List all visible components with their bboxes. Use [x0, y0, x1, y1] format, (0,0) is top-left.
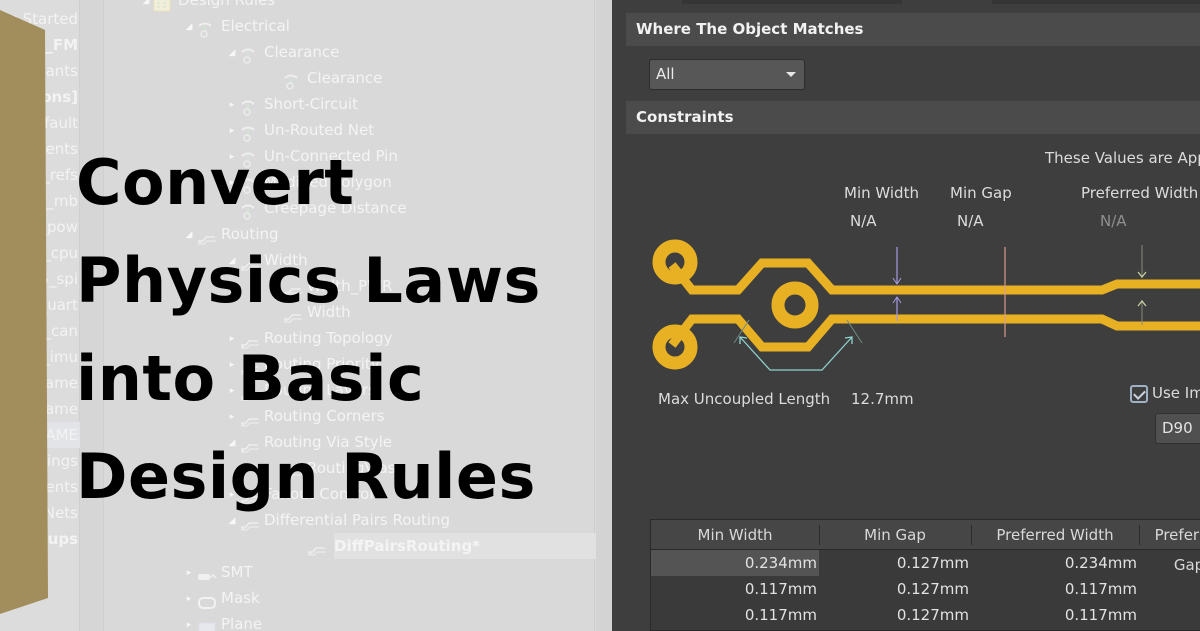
column-header[interactable]: Preferred Width: [971, 520, 1139, 550]
column-resize-handle[interactable]: [1139, 525, 1140, 545]
table-cell[interactable]: 0.234mm: [651, 550, 819, 576]
tree-item-label: Clearance: [264, 43, 340, 61]
headline: Convert Physics Laws into Basic Design R…: [76, 134, 596, 526]
table-cell[interactable]: [1139, 576, 1200, 602]
tree-item-label: Plane: [221, 615, 263, 631]
name-field[interactable]: [682, 0, 902, 4]
tree-item-label: Short-Circuit: [264, 95, 358, 113]
top-fields: [682, 0, 1200, 6]
table-row[interactable]: 0.234mm 0.127mm 0.234mm: [651, 550, 1200, 576]
column-header[interactable]: Min Gap: [819, 520, 971, 550]
smt-rule-icon: [196, 566, 218, 580]
gold-book-spine-graphic: [0, 10, 48, 614]
min-gap-label: Min Gap: [950, 184, 1012, 202]
table-cell[interactable]: [1139, 602, 1200, 628]
table-cell[interactable]: [1139, 550, 1200, 576]
top-pad: [652, 239, 698, 285]
where-matches-header[interactable]: Where The Object Matches: [626, 13, 1200, 46]
impedance-profile-dropdown[interactable]: D90: [1155, 413, 1200, 444]
diff-pair-diagram: [652, 239, 1200, 371]
chevron-right-icon[interactable]: ▸: [182, 586, 196, 612]
table-cell[interactable]: 0.127mm: [819, 602, 971, 628]
expand-down-icon[interactable]: ◢: [225, 40, 239, 66]
scope-dropdown-value: All: [656, 65, 675, 83]
top-trace: [668, 258, 1200, 295]
chevron-right-icon[interactable]: ▸: [225, 92, 239, 118]
headline-line-2: Physics Laws: [76, 244, 541, 317]
tree-item[interactable]: ◢ Clearance: [225, 39, 339, 65]
constraints-header[interactable]: Constraints: [626, 101, 1200, 134]
headline-line-1: Convert: [76, 146, 355, 219]
layer-constraints-table: Min WidthMin GapPreferred WidthPreferred…: [650, 519, 1200, 631]
tree-item[interactable]: Clearance: [268, 65, 382, 91]
column-header[interactable]: Min Width: [651, 520, 819, 550]
routing-rule-icon: [306, 539, 328, 556]
chevron-right-icon[interactable]: ▸: [182, 612, 196, 631]
chevron-down-icon: [786, 72, 796, 77]
table-cell[interactable]: 0.127mm: [819, 576, 971, 602]
gold-panel-shape: [0, 10, 48, 614]
table-cell[interactable]: 0.117mm: [651, 602, 819, 628]
column-resize-handle[interactable]: [971, 525, 972, 545]
mask-rule-icon: [196, 592, 218, 609]
expand-down-icon[interactable]: ◢: [139, 0, 153, 14]
table-cell[interactable]: 0.117mm: [971, 602, 1139, 628]
table-cell[interactable]: 0.234mm: [971, 550, 1139, 576]
rule-editor-panel: Where The Object Matches All Constraints…: [612, 0, 1200, 631]
electrical-rule-icon: [239, 46, 261, 64]
applied-note: These Values are Applied: [1045, 149, 1200, 167]
electrical-rule-icon: [239, 98, 261, 116]
tree-item[interactable]: ▸ SMT: [182, 559, 253, 585]
table-header: Min WidthMin GapPreferred WidthPreferred…: [651, 520, 1200, 574]
tree-item[interactable]: ◢ Electrical: [182, 13, 290, 39]
preferred-width-label: Preferred Width: [1081, 184, 1199, 202]
column-header[interactable]: Preferred Gap: [1139, 520, 1200, 574]
table-cell[interactable]: 0.127mm: [819, 550, 971, 576]
bottom-trace: [668, 314, 1200, 352]
diff-pair-traces: [652, 239, 1200, 370]
faded-ide-background: Getting StartedProject_FMVariants[No Var…: [0, 0, 612, 631]
min-width-label: Min Width: [844, 184, 919, 202]
headline-line-3: into Basic: [76, 342, 425, 415]
electrical-rule-icon: [282, 72, 304, 90]
tree-scrollbar[interactable]: [596, 0, 612, 631]
use-impedance-label: Use Impedance Profile: [1152, 384, 1200, 402]
tree-item-label: Design Rules: [178, 0, 276, 9]
tree-item[interactable]: ◢ Design Rules: [139, 0, 275, 13]
tree-item-label: Electrical: [221, 17, 290, 35]
tree-item[interactable]: ▸ Plane: [182, 611, 262, 631]
tree-item[interactable]: ▸ Mask: [182, 585, 260, 611]
table-row[interactable]: 0.117mm 0.127mm 0.117mm: [651, 576, 1200, 602]
table-row[interactable]: 0.117mm 0.127mm 0.117mm: [651, 602, 1200, 628]
table-cell[interactable]: 0.117mm: [651, 576, 819, 602]
tree-item-label: DiffPairsRouting*: [334, 537, 481, 555]
scope-dropdown[interactable]: All: [649, 59, 805, 90]
table-cell[interactable]: 0.117mm: [971, 576, 1139, 602]
tree-item-label: SMT: [221, 563, 253, 581]
chevron-right-icon[interactable]: ▸: [182, 560, 196, 586]
max-uncoupled-length-value[interactable]: 12.7mm: [851, 390, 914, 408]
comment-field[interactable]: [992, 0, 1200, 4]
design-rules-icon: [153, 0, 175, 11]
column-resize-handle[interactable]: [819, 525, 820, 545]
plane-rule-icon: [196, 618, 218, 631]
tree-item-label: Clearance: [307, 69, 383, 87]
via-pad: [771, 281, 819, 329]
checkbox-checked-icon[interactable]: [1130, 385, 1148, 403]
tree-item[interactable]: ▸ Short-Circuit: [225, 91, 358, 117]
electrical-rule-icon: [196, 20, 218, 38]
headline-line-4: Design Rules: [76, 440, 536, 513]
expand-down-icon[interactable]: ◢: [182, 14, 196, 40]
tree-item[interactable]: DiffPairsRouting*: [308, 533, 612, 559]
max-uncoupled-length-label: Max Uncoupled Length: [658, 390, 831, 408]
tree-item-label: Mask: [221, 589, 260, 607]
